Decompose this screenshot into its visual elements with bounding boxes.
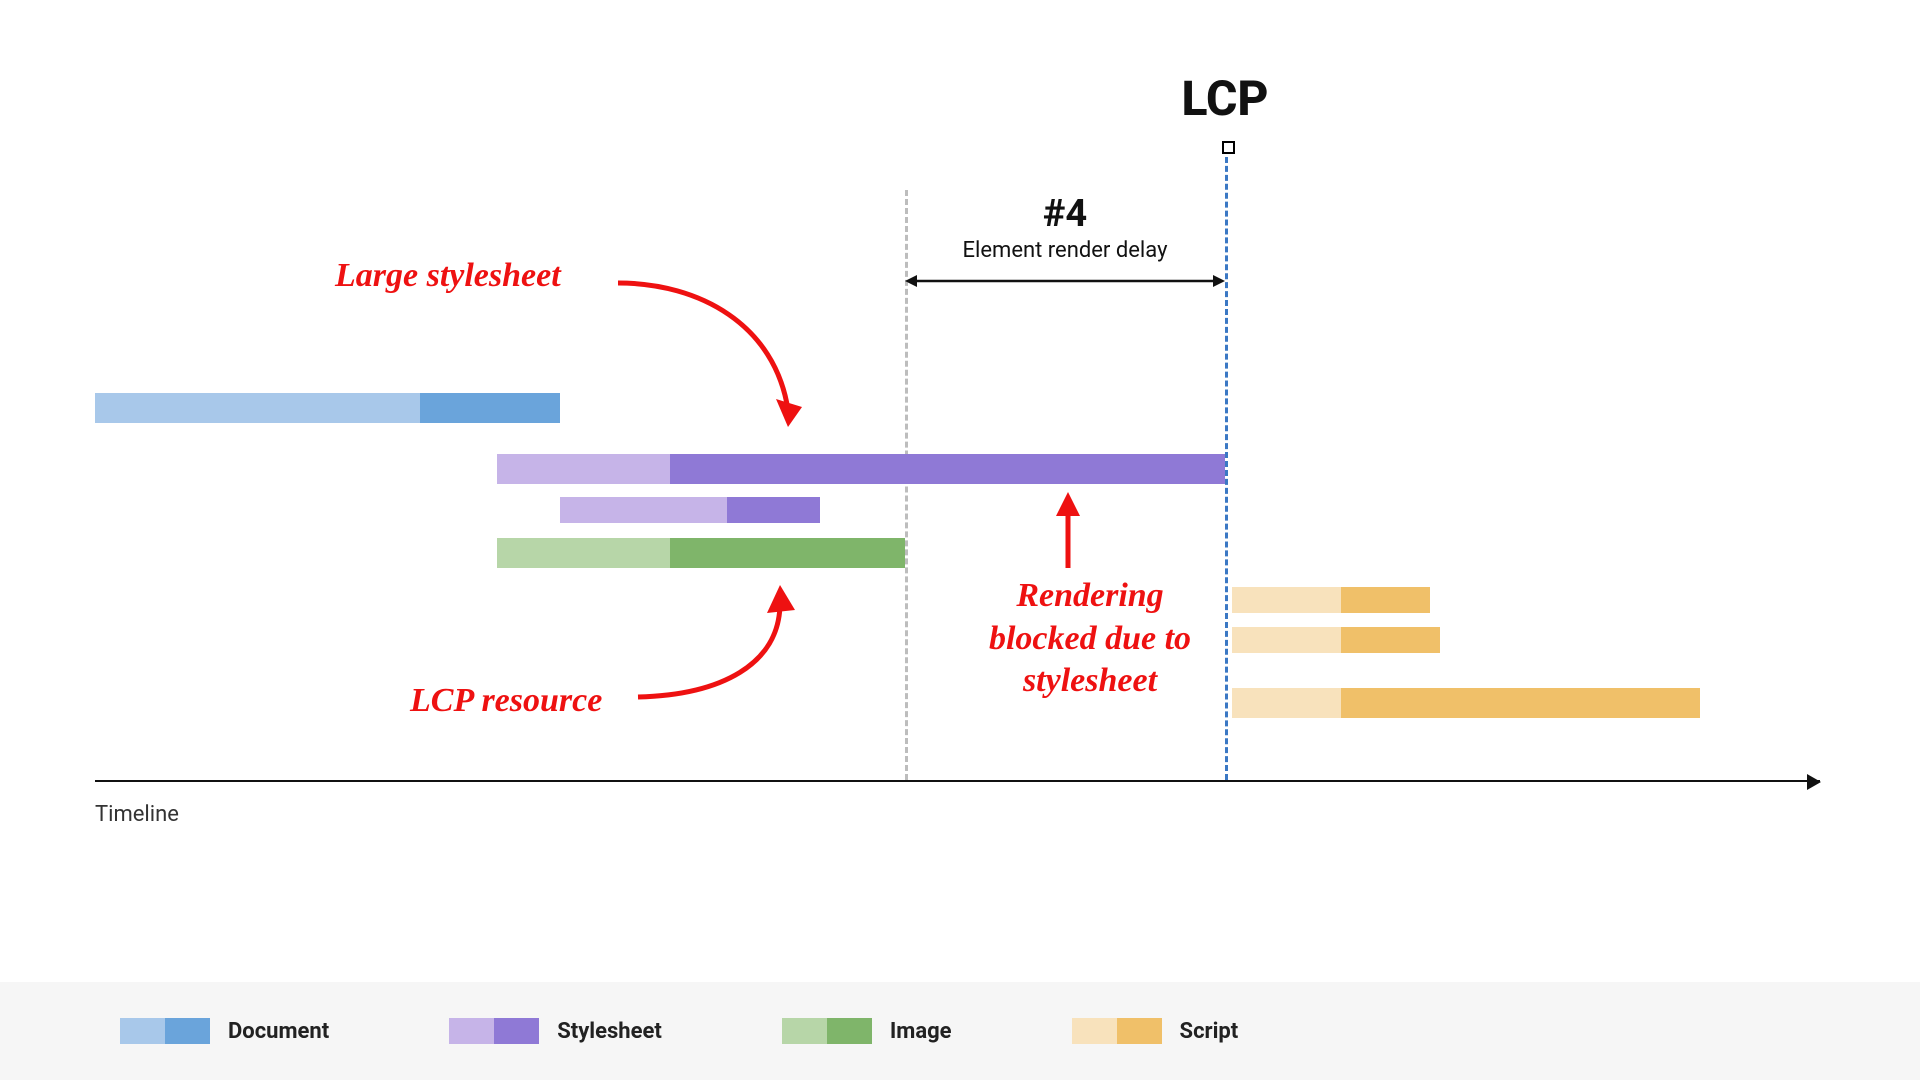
legend-item-document: Document: [120, 1018, 329, 1044]
diagram-canvas: LCP #4 Element render delay: [0, 0, 1920, 1080]
legend-swatch-image: [782, 1018, 872, 1044]
bar-script-2: [1232, 627, 1440, 653]
legend-label-document: Document: [228, 1019, 329, 1044]
legend-label-image: Image: [890, 1019, 952, 1044]
arrow-large-stylesheet-icon: [610, 275, 810, 435]
phase-number: #4: [963, 192, 1168, 236]
lcp-title: LCP: [1181, 70, 1268, 127]
bar-stylesheet-large: [497, 454, 1225, 484]
legend-swatch-document: [120, 1018, 210, 1044]
annotation-large-stylesheet: Large stylesheet: [335, 255, 561, 298]
bar-lcp-image: [497, 538, 905, 568]
legend-swatch-stylesheet: [449, 1018, 539, 1044]
phase-heading: #4 Element render delay: [963, 192, 1168, 263]
legend-swatch-script: [1072, 1018, 1162, 1044]
bar-stylesheet-2: [560, 497, 820, 523]
bar-script-3: [1232, 688, 1700, 718]
timeline-axis-label: Timeline: [95, 802, 179, 827]
legend-item-image: Image: [782, 1018, 952, 1044]
phase-span-arrow: [905, 275, 1225, 287]
arrow-rendering-blocked-icon: [1053, 490, 1083, 570]
lcp-marker: [1225, 148, 1228, 780]
legend-item-stylesheet: Stylesheet: [449, 1018, 662, 1044]
legend-item-script: Script: [1072, 1018, 1239, 1044]
bar-document: [95, 393, 560, 423]
bar-script-1: [1232, 587, 1430, 613]
phase-label: Element render delay: [963, 238, 1168, 263]
legend-label-script: Script: [1180, 1019, 1239, 1044]
annotation-rendering-blocked: Rendering blocked due to stylesheet: [960, 575, 1220, 703]
legend: Document Stylesheet Image Script: [0, 982, 1920, 1080]
legend-label-stylesheet: Stylesheet: [557, 1019, 662, 1044]
timeline-axis: [95, 780, 1820, 782]
annotation-lcp-resource: LCP resource: [410, 680, 602, 723]
arrow-lcp-resource-icon: [630, 575, 810, 705]
